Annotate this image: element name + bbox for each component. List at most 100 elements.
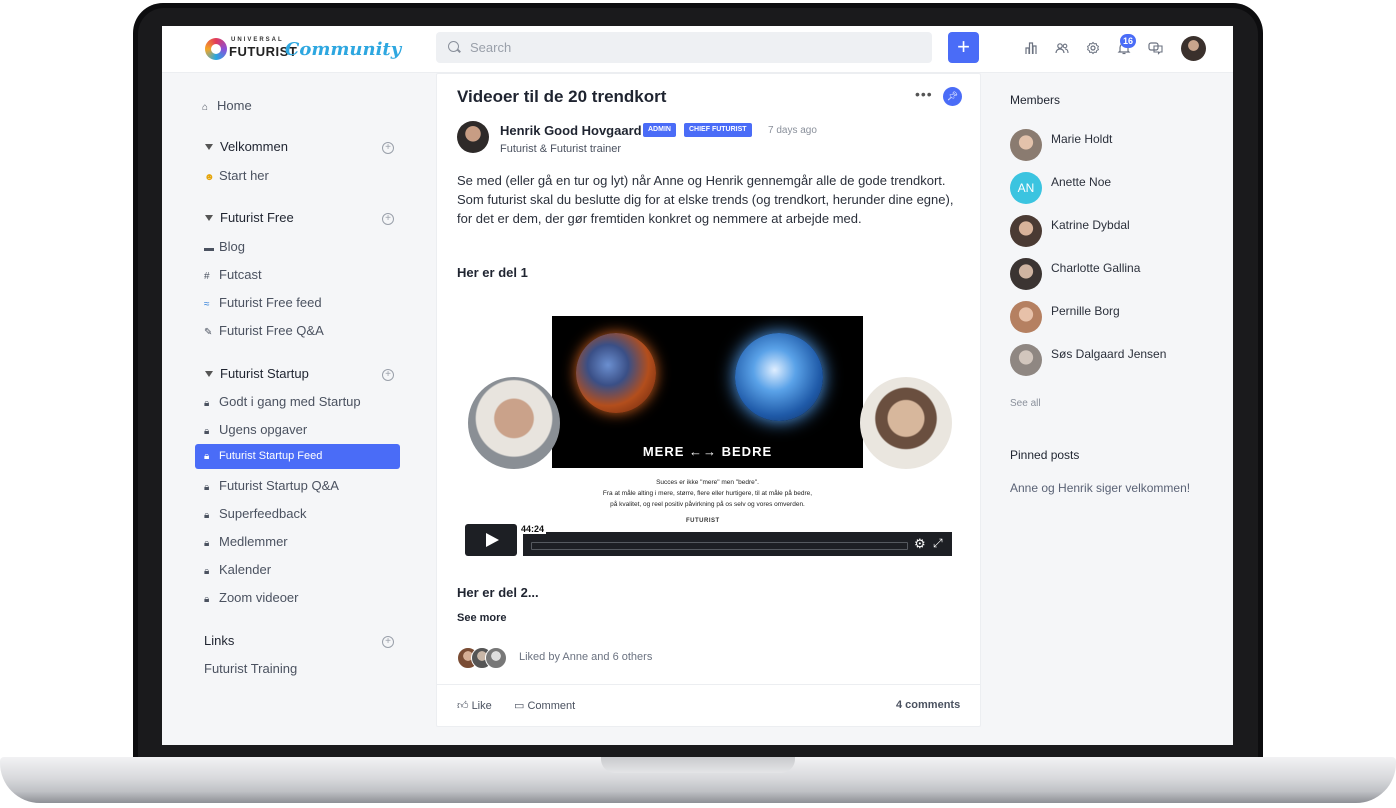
member-avatar[interactable]	[1010, 258, 1042, 290]
member-avatar[interactable]	[1010, 129, 1042, 161]
member-initials-avatar[interactable]: AN	[1010, 172, 1042, 204]
author-headline: Futurist & Futurist trainer	[500, 143, 622, 155]
add-space-icon[interactable]: +	[382, 213, 394, 225]
comment-button[interactable]: ▭ Comment	[514, 699, 575, 712]
member-name[interactable]: Anette Noe	[1051, 175, 1111, 189]
sidebar-item-blog[interactable]: ▬ Blog	[204, 239, 245, 254]
author-name[interactable]: Henrik Good Hovgaard	[500, 123, 642, 138]
video-frame[interactable]: MERE ←→ BEDRE	[552, 316, 863, 468]
video-controls: ⚙ ⤢ 44:24	[465, 524, 953, 557]
see-more-link[interactable]: See more	[457, 612, 507, 624]
sidebar-item-label: Futurist Startup Q&A	[219, 478, 339, 493]
liked-by-text[interactable]: Liked by Anne and 6 others	[519, 651, 652, 663]
sidebar-item-kalender[interactable]: 🔒︎ Kalender	[204, 562, 271, 577]
add-space-icon[interactable]: +	[382, 142, 394, 154]
logo-small-text: UNIVERSAL	[231, 37, 284, 43]
sidebar-item-futcast[interactable]: # Futcast	[204, 267, 262, 282]
sidebar-item-home[interactable]: ⌂ Home	[202, 98, 252, 113]
leaderboard-icon[interactable]	[1023, 41, 1039, 57]
sidebar-item-label: Zoom videoer	[219, 590, 299, 605]
video-player[interactable]: MERE ←→ BEDRE Succes er ikke "mere" men …	[465, 312, 953, 558]
video-duration: 44:24	[519, 524, 547, 534]
sidebar-item-start-her[interactable]: ☻ Start her	[204, 168, 269, 183]
sidebar-section-futurist-free[interactable]: Futurist Free	[220, 210, 294, 225]
search-input[interactable]: Search	[436, 32, 932, 63]
brand-logo[interactable]: UNIVERSAL FUTURIST Community	[205, 36, 401, 62]
see-all-members-link[interactable]: See all	[1010, 398, 1041, 409]
pencil-icon: ✎	[204, 327, 213, 338]
collapse-caret-icon[interactable]	[205, 144, 213, 150]
member-name[interactable]: Marie Holdt	[1051, 132, 1112, 146]
create-post-button[interactable]: +	[948, 32, 979, 63]
sidebar-item-futurist-startup-qa[interactable]: 🔒︎ Futurist Startup Q&A	[204, 478, 339, 493]
lock-icon: 🔒︎	[204, 510, 210, 521]
sidebar-item-ugens-opgaver[interactable]: 🔒︎ Ugens opgaver	[204, 422, 307, 437]
sidebar-item-superfeedback[interactable]: 🔒︎ Superfeedback	[204, 506, 306, 521]
member-avatar[interactable]	[1010, 344, 1042, 376]
sidebar-item-label: Godt i gang med Startup	[219, 394, 361, 409]
notifications-badge[interactable]: 16	[1120, 34, 1136, 48]
comments-count-link[interactable]: 4 comments	[896, 699, 960, 711]
sidebar-item-futurist-free-feed[interactable]: ≈ Futurist Free feed	[204, 295, 322, 310]
liker-avatar	[485, 647, 507, 669]
presenter-henrik-thumbnail	[468, 377, 560, 469]
lock-icon: 🔒︎	[204, 451, 210, 462]
sidebar-section-links[interactable]: Links	[204, 633, 234, 648]
settings-gear-icon[interactable]	[1085, 41, 1101, 57]
hash-icon: #	[204, 271, 210, 282]
add-space-icon[interactable]: +	[382, 369, 394, 381]
lock-icon: 🔒︎	[204, 538, 210, 549]
like-button[interactable]: 👍︎ Like	[457, 699, 492, 712]
play-button[interactable]	[465, 524, 517, 556]
video-overlay-text: MERE ←→ BEDRE	[642, 444, 773, 459]
members-title: Members	[1010, 93, 1061, 107]
presenter-anne-thumbnail	[860, 377, 952, 469]
member-avatar[interactable]	[1010, 301, 1042, 333]
sidebar-item-label: Futurist Free feed	[219, 295, 322, 310]
comment-label: Comment	[527, 700, 576, 712]
logo-mark-icon	[205, 38, 227, 60]
sidebar-item-godt-i-gang[interactable]: 🔒︎ Godt i gang med Startup	[204, 394, 361, 409]
admin-badge: ADMIN	[643, 123, 676, 137]
collapse-caret-icon[interactable]	[205, 215, 213, 221]
messages-icon[interactable]	[1148, 41, 1164, 57]
pinned-post-link[interactable]: Anne og Henrik siger velkommen!	[1010, 481, 1190, 495]
add-link-icon[interactable]: +	[382, 636, 394, 648]
post-body: Se med (eller gå en tur og lyt) når Anne…	[457, 173, 954, 226]
author-avatar[interactable]	[457, 121, 489, 153]
member-name[interactable]: Søs Dalgaard Jensen	[1051, 347, 1166, 361]
likers-avatars[interactable]	[457, 647, 513, 669]
sidebar-section-futurist-startup[interactable]: Futurist Startup	[220, 366, 309, 381]
members-icon[interactable]	[1054, 41, 1070, 57]
video-settings-icon[interactable]: ⚙	[914, 536, 926, 552]
fullscreen-icon[interactable]: ⤢	[933, 536, 943, 551]
sidebar-item-futurist-free-qa[interactable]: ✎ Futurist Free Q&A	[204, 323, 324, 338]
sidebar-item-label: Superfeedback	[219, 506, 307, 521]
earth-glow-image	[735, 333, 823, 421]
comment-icon: ▭	[514, 700, 525, 712]
sidebar-item-futurist-startup-feed[interactable]: 🔒︎ Futurist Startup Feed	[204, 450, 322, 462]
member-avatar[interactable]	[1010, 215, 1042, 247]
pin-icon[interactable]: 📌︎	[943, 87, 962, 106]
progress-track[interactable]	[531, 542, 908, 550]
sidebar-link-futurist-training[interactable]: Futurist Training	[204, 661, 297, 676]
sidebar: ⌂ Home Velkommen + ☻ Start her Futurist Fr…	[162, 73, 422, 745]
monitor-icon: ▬	[204, 243, 214, 254]
post-timestamp[interactable]: 7 days ago	[768, 125, 817, 136]
sidebar-item-medlemmer[interactable]: 🔒︎ Medlemmer	[204, 534, 288, 549]
sidebar-section-velkommen[interactable]: Velkommen	[220, 139, 288, 154]
member-name[interactable]: Charlotte Gallina	[1051, 261, 1140, 275]
member-name[interactable]: Pernille Borg	[1051, 304, 1120, 318]
collapse-caret-icon[interactable]	[205, 371, 213, 377]
home-icon: ⌂	[202, 102, 209, 113]
lock-icon: 🔒︎	[204, 566, 210, 577]
video-progress-bar[interactable]: ⚙ ⤢	[523, 532, 952, 556]
caption-line: på kvalitet, og reel positiv påvirkning …	[610, 501, 805, 508]
more-options-icon[interactable]: •••	[915, 86, 933, 102]
post-title[interactable]: Videoer til de 20 trendkort	[457, 87, 666, 107]
member-name[interactable]: Katrine Dybdal	[1051, 218, 1130, 232]
sidebar-item-zoom-videoer[interactable]: 🔒︎ Zoom videoer	[204, 590, 298, 605]
lock-icon: 🔒︎	[204, 398, 210, 409]
sidebar-item-label: Start her	[219, 168, 269, 183]
user-avatar[interactable]	[1181, 36, 1206, 61]
